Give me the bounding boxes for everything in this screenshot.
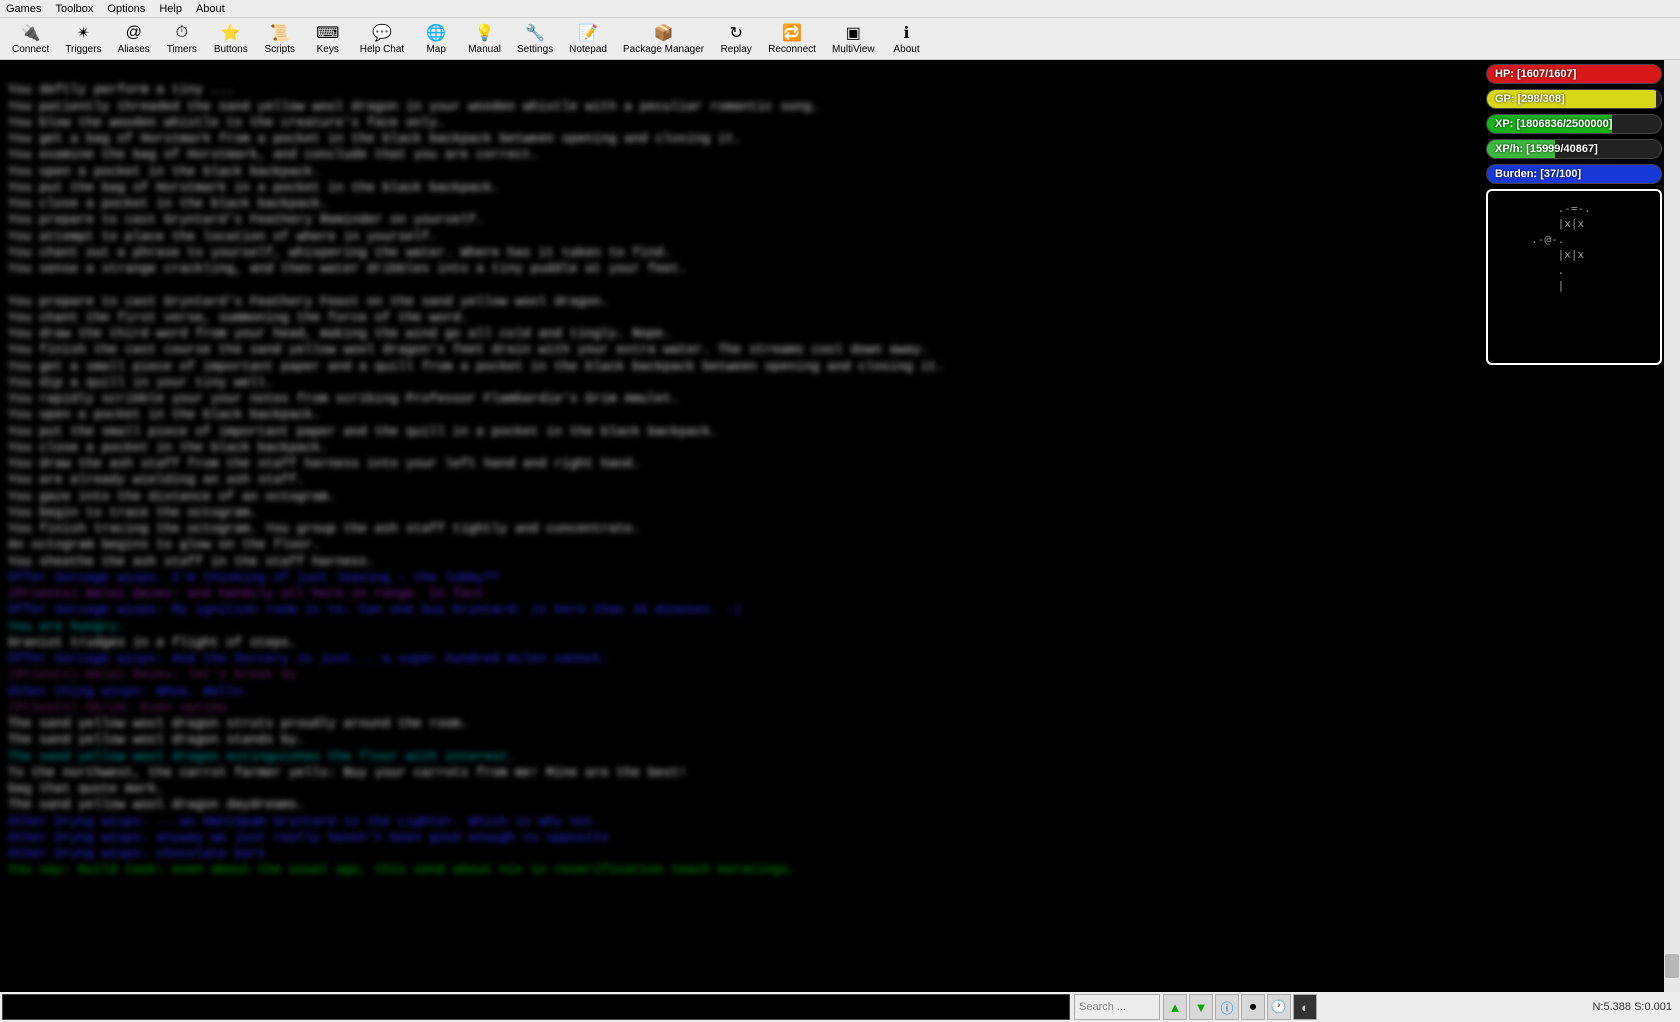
minimap: .-=-. |x|x .-@-. |x|x . | bbox=[1486, 189, 1662, 365]
burden-bar: Burden: [37/100] bbox=[1486, 164, 1662, 184]
toolbar-help-chat[interactable]: 💬Help Chat bbox=[352, 21, 412, 57]
menu-help[interactable]: Help bbox=[159, 3, 182, 15]
toolbar-keys[interactable]: ⌨Keys bbox=[304, 21, 352, 57]
dark-button[interactable]: ◐ bbox=[1293, 994, 1317, 1020]
menu-toolbox[interactable]: Toolbox bbox=[55, 3, 93, 15]
search-up-button[interactable]: ▲ bbox=[1163, 994, 1187, 1020]
toolbar-settings[interactable]: 🔧Settings bbox=[509, 21, 561, 57]
timestamp-button[interactable]: 🕐 bbox=[1267, 994, 1291, 1020]
toolbar-package-manager[interactable]: 📦Package Manager bbox=[615, 21, 712, 57]
footer: Search ... ▲ ▼ ⓘ ⏺ 🕐 ◐ N:5.388 S:0.001 bbox=[0, 992, 1680, 1022]
toolbar-connect[interactable]: 🔌Connect bbox=[4, 21, 57, 57]
hp-bar: HP: [1607/1607] bbox=[1486, 64, 1662, 84]
toolbar-multiview[interactable]: ▣MultiView bbox=[824, 21, 883, 57]
menu-about[interactable]: About bbox=[196, 3, 225, 15]
network-status: N:5.388 S:0.001 bbox=[1318, 992, 1680, 1022]
toolbar-map[interactable]: 🌐Map bbox=[412, 21, 460, 57]
toolbar-triggers[interactable]: ✴Triggers bbox=[57, 21, 109, 57]
toolbar-notepad[interactable]: 📝Notepad bbox=[561, 21, 615, 57]
scrollbar-thumb[interactable] bbox=[1665, 954, 1679, 978]
toolbar-about[interactable]: ℹAbout bbox=[883, 21, 931, 57]
search-input[interactable]: Search ... bbox=[1074, 994, 1160, 1020]
toolbar: 🔌Connect✴Triggers@Aliases⏱Timers⭐Buttons… bbox=[0, 18, 1680, 60]
toolbar-buttons[interactable]: ⭐Buttons bbox=[206, 21, 256, 57]
xp-bar: XP: [1806836/2500000] bbox=[1486, 114, 1662, 134]
info-button[interactable]: ⓘ bbox=[1215, 994, 1239, 1020]
gp-bar: GP: [298/308] bbox=[1486, 89, 1662, 109]
toolbar-manual[interactable]: 💡Manual bbox=[460, 21, 509, 57]
xph-bar: XP/h: [15999/40867] bbox=[1486, 139, 1662, 159]
menubar: Games Toolbox Options Help About bbox=[0, 0, 1680, 18]
scrollbar[interactable] bbox=[1664, 60, 1680, 992]
record-button[interactable]: ⏺ bbox=[1241, 994, 1265, 1020]
main-area: You deftly perform a tiny ...You patient… bbox=[0, 60, 1680, 992]
side-panel: HP: [1607/1607] GP: [298/308] XP: [18068… bbox=[1486, 64, 1662, 365]
menu-options[interactable]: Options bbox=[107, 3, 145, 15]
command-input[interactable] bbox=[2, 994, 1070, 1020]
console-output: You deftly perform a tiny ...You patient… bbox=[0, 60, 1680, 992]
toolbar-reconnect[interactable]: 🔁Reconnect bbox=[760, 21, 824, 57]
toolbar-replay[interactable]: ↻Replay bbox=[712, 21, 760, 57]
menu-games[interactable]: Games bbox=[6, 3, 41, 15]
toolbar-aliases[interactable]: @Aliases bbox=[110, 21, 158, 57]
toolbar-timers[interactable]: ⏱Timers bbox=[158, 21, 206, 57]
search-down-button[interactable]: ▼ bbox=[1189, 994, 1213, 1020]
toolbar-scripts[interactable]: 📜Scripts bbox=[256, 21, 304, 57]
